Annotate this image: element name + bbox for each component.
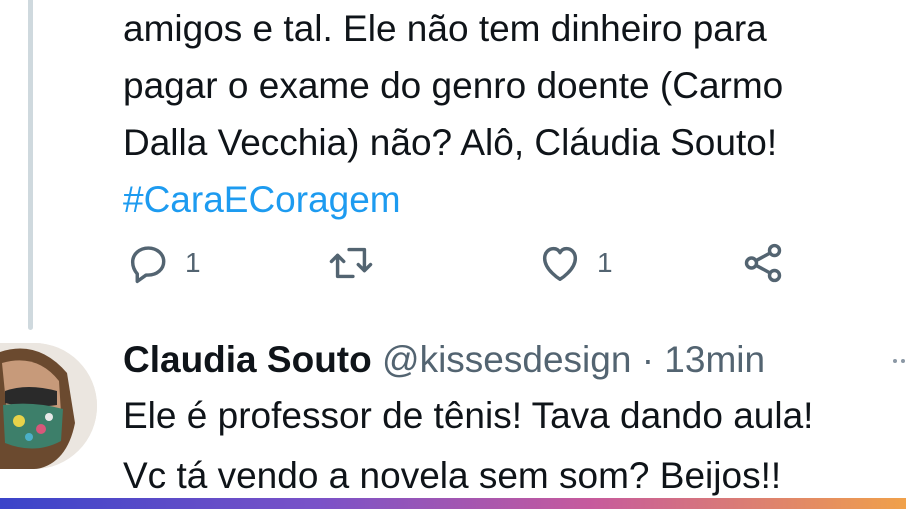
like-count: 1 [597,247,613,278]
reply-text-line: Vc tá vendo a novela sem som? Beijos!! [123,455,782,496]
avatar-image [0,343,97,469]
reply-header: Claudia Souto @kissesdesign · 13min [123,336,765,384]
like-button[interactable]: 1 [537,240,613,286]
reply-timestamp[interactable]: 13min [664,339,765,380]
reply-count: 1 [185,247,201,278]
tweet-text-line: amigos e tal. Ele não tem dinheiro para [123,8,767,49]
gradient-bottom-bar [0,498,906,509]
share-icon [744,243,782,283]
retweet-icon [329,247,373,279]
tweet-action-bar: 1 1 [0,240,906,290]
reply-author-handle[interactable]: @kissesdesign [382,339,631,380]
tweet-text: amigos e tal. Ele não tem dinheiro para … [123,0,903,228]
reply-text: Ele é professor de tênis! Tava dando aul… [123,386,906,506]
share-button[interactable] [740,240,786,286]
retweet-button[interactable] [328,240,374,286]
reply-author-name[interactable]: Claudia Souto [123,339,372,380]
reply-button[interactable]: 1 [125,240,201,286]
hashtag-link[interactable]: #CaraECoragem [123,171,903,228]
tweet-text-line: pagar o exame do genro doente (Carmo [123,65,784,106]
reply-text-line: Ele é professor de tênis! Tava dando aul… [123,395,814,436]
heart-icon [542,246,578,282]
separator-dot: · [641,339,655,380]
tweet-text-line: Dalla Vecchia) não? Alô, Cláudia Souto! [123,122,778,163]
more-icon[interactable] [892,356,906,366]
reply-icon [130,246,166,284]
avatar[interactable] [0,343,97,469]
